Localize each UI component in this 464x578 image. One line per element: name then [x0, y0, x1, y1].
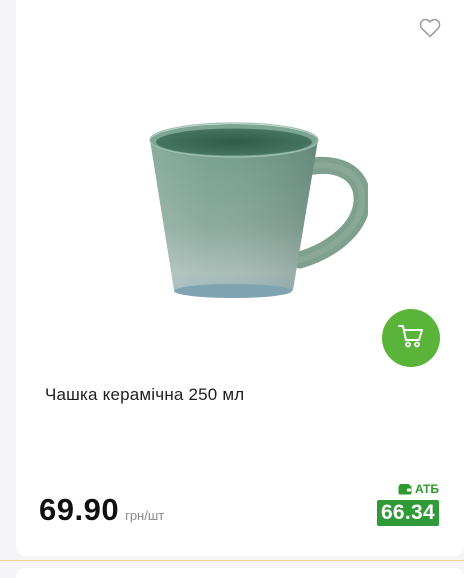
- product-title[interactable]: Чашка керамічна 250 мл: [45, 385, 244, 405]
- club-label-text: АТБ: [414, 482, 439, 496]
- favorite-heart-icon[interactable]: [419, 18, 441, 38]
- price-value: 69.90: [39, 492, 120, 527]
- divider: [0, 560, 464, 561]
- club-label: АТБ: [398, 481, 439, 497]
- price-block: 69.90 грн/шт: [39, 492, 164, 528]
- price-unit: грн/шт: [125, 508, 165, 523]
- product-card[interactable]: Чашка керамічна 250 мл 69.90 грн/шт АТБ …: [16, 0, 464, 556]
- club-price-value: 66.34: [376, 500, 439, 526]
- shopping-cart-icon: [398, 324, 424, 353]
- club-price-block: АТБ 66.34: [376, 481, 439, 526]
- next-product-card[interactable]: [16, 568, 464, 578]
- add-to-cart-button[interactable]: [382, 309, 440, 367]
- wallet-icon: [398, 483, 412, 494]
- product-image[interactable]: [128, 110, 371, 310]
